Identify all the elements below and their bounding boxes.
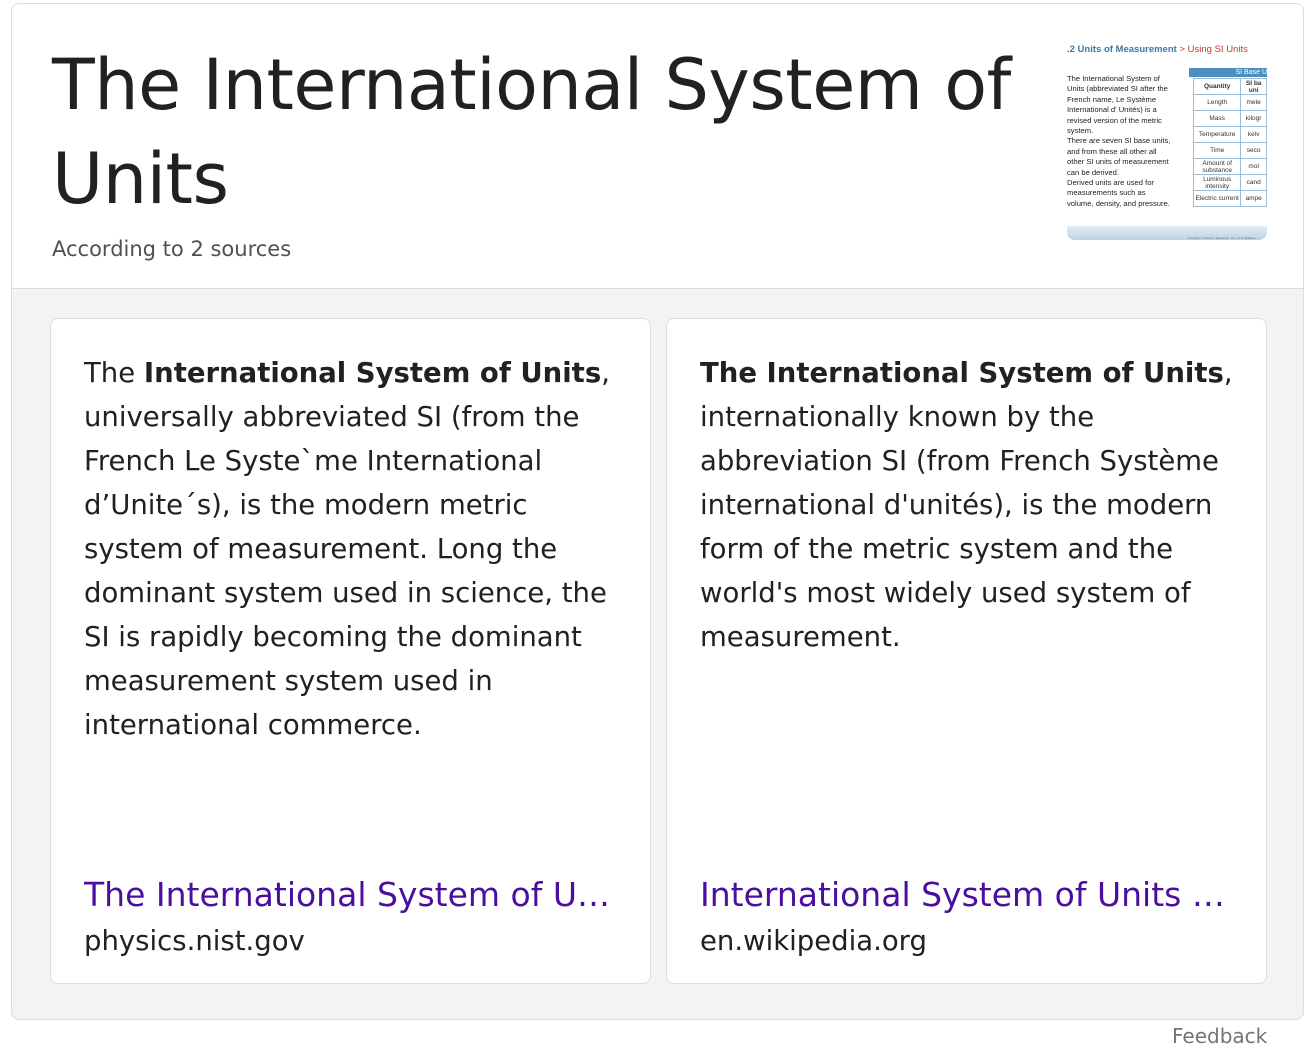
thumbnail-text-line: revised version of the metric [1067,115,1162,125]
thumbnail-table-row: Amount of substance mol [1192,158,1267,175]
thumbnail-text-line: Units (abbreviated SI after the [1067,84,1168,94]
thumbnail-table-row: Time seco [1192,142,1267,159]
sources-count: According to 2 sources [52,237,292,261]
thumbnail-text-line: International d' Unités) is a [1067,105,1157,115]
snippet-highlight: The International System of Units [700,357,1224,389]
thumbnail-text-line: Derived units are used for [1067,178,1154,188]
thumbnail-table-cell: SI ba uni [1240,78,1267,95]
thumbnail-breadcrumb-page: Using SI Units [1187,44,1248,55]
thumbnail-table-cell: Quantity [1192,78,1242,95]
thumbnail-table-row: Luminous intensity cand [1192,174,1267,191]
source-snippet: The International System of Units, unive… [84,351,629,747]
thumbnail-text-line: volume, density, and pressure. [1067,198,1170,208]
snippet-prefix: The [84,357,144,389]
feedback-link[interactable]: Feedback [1172,1024,1267,1048]
thumbnail-text-line: measurements such as [1067,188,1146,198]
snippet-highlight: International System of Units [143,357,602,389]
thumbnail-table-cell: seco [1240,142,1267,159]
thumbnail-text-line: The International System of [1067,74,1160,83]
source-card-1: The International System of Units, unive… [50,318,651,984]
thumbnail-text-line: French name, Le Système [1067,94,1157,104]
thumbnail-table-cell: Luminous intensity [1192,174,1242,191]
source-link[interactable]: The International System of Units [84,873,614,917]
thumbnail-breadcrumb-separator: > [1179,44,1186,55]
featured-snippet-panel: The International System of Units Accord… [11,3,1304,1020]
thumbnail-table-row: Length mete [1192,94,1267,111]
panel-header: The International System of Units Accord… [12,4,1303,289]
thumbnail-image[interactable]: .2 Units of Measurement > Using SI Units… [1067,40,1267,240]
thumbnail-table-header-row: Quantity SI ba uni [1192,78,1267,95]
thumbnail-table-cell: ampe [1240,190,1267,207]
source-domain: physics.nist.gov [84,925,305,957]
thumbnail-breadcrumb: .2 Units of Measurement > Using SI Units [1067,44,1248,55]
thumbnail-text-line: can be derived. [1067,167,1119,177]
source-link[interactable]: International System of Units - Wikipedi… [700,873,1230,917]
page-title: The International System of Units [52,44,1011,220]
snippet-text: , universally abbreviated SI (from the F… [84,357,610,741]
thumbnail-table-cell: mol [1240,158,1267,175]
thumbnail-text-line: There are seven SI base units, [1067,136,1171,146]
thumbnail-table-row: Temperature kelv [1192,126,1267,143]
thumbnail-copyright: Copyright © Pearson Education, Inc., or … [1187,236,1257,240]
thumbnail-table-row: Mass kilogr [1192,110,1267,127]
thumbnail-table-cell: Mass [1192,110,1242,127]
thumbnail-table-cell: Time [1192,142,1242,159]
thumbnail-table-cell: Temperature [1192,126,1242,143]
thumbnail-table-title: SI Base U [1189,68,1267,77]
thumbnail-table: Quantity SI ba uni Length mete Mass kilo… [1192,78,1267,207]
source-domain: en.wikipedia.org [700,925,927,957]
thumbnail-table-cell: Electric current [1192,190,1242,207]
thumbnail-table-cell: kelv [1240,126,1267,143]
thumbnail-text-line: other SI units of measurement [1067,157,1169,167]
thumbnail-table-cell: cand [1240,174,1267,191]
thumbnail-text: The International System of Units (abbre… [1067,74,1191,209]
thumbnail-text-line: system. [1067,126,1094,136]
source-card-2: The International System of Units, inter… [666,318,1267,984]
thumbnail-table-cell: Length [1192,94,1242,111]
thumbnail-breadcrumb-section: .2 Units of Measurement [1067,44,1177,55]
thumbnail-table-cell: Amount of substance [1192,158,1242,175]
thumbnail-text-line: and from these all other all [1067,146,1157,156]
thumbnail-table-cell: kilogr [1240,110,1267,127]
snippet-text: , internationally known by the abbreviat… [700,357,1233,653]
source-snippet: The International System of Units, inter… [700,351,1245,659]
thumbnail-table-row: Electric current ampe [1192,190,1267,207]
thumbnail-table-cell: mete [1240,94,1267,111]
